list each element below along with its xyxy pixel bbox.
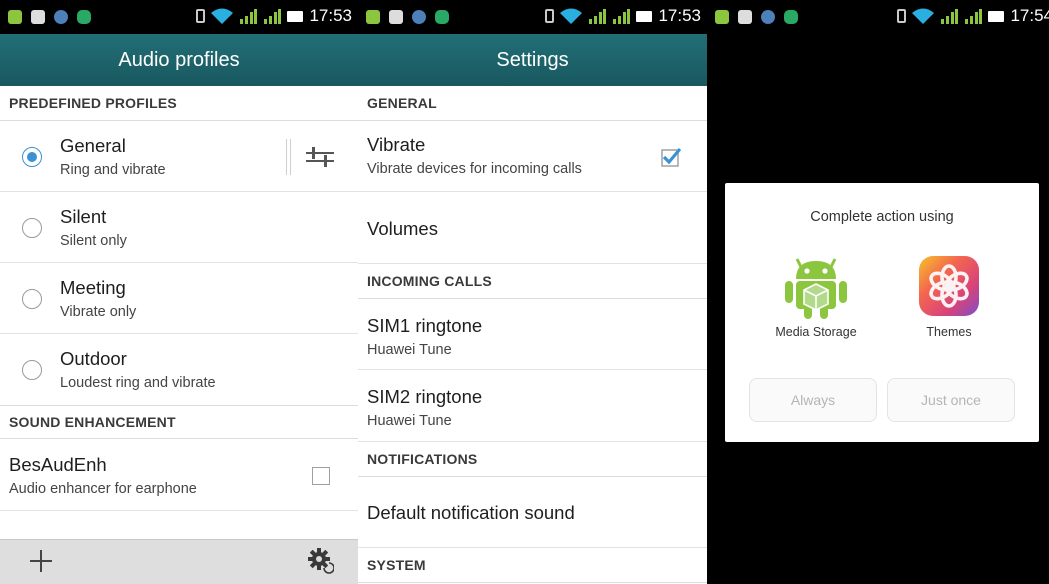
settings-screen: 17:53 Settings GENERAL Vibrate Vibrate d… — [358, 0, 707, 584]
radio-unselected-icon[interactable] — [22, 289, 42, 309]
mail-notification-icon — [738, 10, 752, 24]
setting-name: SIM2 ringtone — [367, 386, 483, 407]
add-profile-icon[interactable] — [30, 550, 52, 572]
signal-sim2-icon — [965, 9, 983, 24]
mail-notification-icon — [31, 10, 45, 24]
status-time: 17:54 — [1010, 6, 1049, 25]
page-title: Audio profiles — [118, 48, 240, 71]
status-bar: 17:54 — [707, 0, 1049, 34]
setting-name: SIM1 ringtone — [367, 315, 483, 336]
status-time: 17:53 — [658, 6, 701, 25]
setting-item-sim2-ringtone[interactable]: SIM2 ringtone Huawei Tune — [358, 370, 707, 442]
radio-selected-icon[interactable] — [22, 147, 42, 167]
just-once-button[interactable]: Just once — [887, 378, 1015, 422]
checkbox-unchecked-icon[interactable] — [312, 467, 330, 485]
themes-icon — [919, 256, 979, 316]
setting-description: Huawei Tune — [367, 413, 452, 429]
page-title: Settings — [496, 48, 569, 71]
setting-item-sim1-ringtone[interactable]: SIM1 ringtone Huawei Tune — [358, 299, 707, 370]
audio-profiles-screen: 17:53 Audio profiles PREDEFINED PROFILES… — [0, 0, 358, 584]
title-bar: Settings — [358, 34, 707, 86]
chat-notification-icon — [435, 10, 449, 24]
equalizer-icon — [306, 147, 334, 167]
radio-unselected-icon[interactable] — [22, 360, 42, 380]
signal-sim1-icon — [589, 9, 607, 24]
profile-description: Silent only — [60, 233, 127, 249]
battery-icon — [287, 10, 304, 22]
battery-icon — [988, 10, 1005, 22]
bluetooth-icon — [545, 9, 555, 23]
section-header-notifications: NOTIFICATIONS — [358, 442, 707, 477]
app-label: Themes — [926, 325, 972, 339]
setting-name: Volumes — [367, 218, 438, 239]
setting-item-besaudenh[interactable]: BesAudEnh Audio enhancer for earphone — [0, 439, 358, 511]
wifi-icon — [211, 8, 234, 24]
profiles-list: PREDEFINED PROFILES General Ring and vib… — [0, 86, 358, 511]
section-header-predefined-profiles: PREDEFINED PROFILES — [0, 86, 358, 121]
section-header-system: SYSTEM — [358, 548, 707, 583]
title-bar: Audio profiles — [0, 34, 358, 86]
section-header-incoming-calls: INCOMING CALLS — [358, 264, 707, 299]
profile-name: Meeting — [60, 277, 126, 298]
setting-name: BesAudEnh — [9, 454, 107, 475]
setting-item-vibrate[interactable]: Vibrate Vibrate devices for incoming cal… — [358, 121, 707, 192]
signal-sim1-icon — [240, 9, 258, 24]
reset-settings-gear-icon[interactable] — [308, 548, 334, 574]
signal-sim2-icon — [264, 9, 282, 24]
mail-notification-icon — [389, 10, 403, 24]
bottom-action-bar — [0, 539, 358, 584]
signal-sim1-icon — [941, 9, 959, 24]
complete-action-dialog: Complete action using Media Storage Them… — [725, 183, 1039, 442]
profile-description: Vibrate only — [60, 304, 137, 320]
bluetooth-icon — [897, 9, 907, 23]
wifi-icon — [912, 8, 935, 24]
setting-name: Vibrate — [367, 134, 426, 155]
android-robot-icon — [785, 258, 847, 319]
bluetooth-icon — [196, 9, 206, 23]
profile-item-silent[interactable]: Silent Silent only — [0, 192, 358, 263]
screenshot-notification-icon — [715, 10, 729, 24]
chooser-screen: 17:54 Complete action using Media Storag… — [707, 0, 1049, 584]
checkbox-checked-icon[interactable] — [661, 147, 681, 167]
status-bar: 17:53 — [358, 0, 707, 34]
setting-description: Huawei Tune — [367, 342, 452, 358]
setting-item-default-notification-sound[interactable]: Default notification sound — [358, 477, 707, 548]
app-notification-icon — [412, 10, 426, 24]
profile-item-outdoor[interactable]: Outdoor Loudest ring and vibrate — [0, 334, 358, 405]
setting-description: Vibrate devices for incoming calls — [367, 161, 582, 177]
profile-name: Outdoor — [60, 348, 127, 369]
wifi-icon — [560, 8, 583, 24]
status-time: 17:53 — [309, 6, 352, 25]
setting-name: Default notification sound — [367, 502, 575, 523]
chat-notification-icon — [77, 10, 91, 24]
section-header-general: GENERAL — [358, 86, 707, 121]
settings-list: GENERAL Vibrate Vibrate devices for inco… — [358, 86, 707, 583]
always-button[interactable]: Always — [749, 378, 877, 422]
profile-item-meeting[interactable]: Meeting Vibrate only — [0, 263, 358, 334]
screenshot-notification-icon — [366, 10, 380, 24]
screenshot-notification-icon — [8, 10, 22, 24]
radio-unselected-icon[interactable] — [22, 218, 42, 238]
app-notification-icon — [761, 10, 775, 24]
signal-sim2-icon — [613, 9, 631, 24]
profile-settings-button[interactable] — [286, 139, 336, 175]
profile-item-general[interactable]: General Ring and vibrate — [0, 121, 358, 192]
profile-description: Loudest ring and vibrate — [60, 375, 216, 391]
section-header-sound-enhancement: SOUND ENHANCEMENT — [0, 405, 358, 439]
battery-icon — [636, 10, 653, 22]
divider — [286, 139, 291, 175]
profile-name: Silent — [60, 206, 107, 227]
setting-item-volumes[interactable]: Volumes — [358, 192, 707, 264]
app-notification-icon — [54, 10, 68, 24]
status-bar: 17:53 — [0, 0, 358, 34]
setting-description: Audio enhancer for earphone — [9, 481, 197, 497]
chat-notification-icon — [784, 10, 798, 24]
dialog-title: Complete action using — [810, 209, 954, 225]
app-label: Media Storage — [775, 325, 857, 339]
